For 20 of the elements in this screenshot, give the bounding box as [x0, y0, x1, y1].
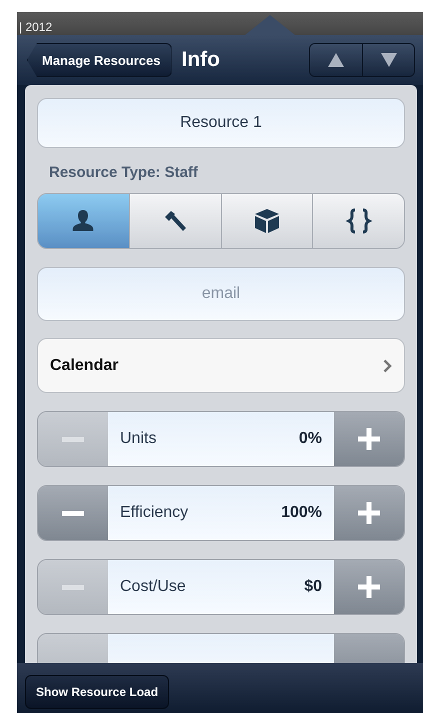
previous-button[interactable] — [310, 44, 362, 76]
show-resource-load-button[interactable]: Show Resource Load — [25, 675, 170, 709]
braces-icon — [344, 207, 373, 235]
calendar-row[interactable]: Calendar — [37, 338, 405, 393]
next-button[interactable] — [362, 44, 414, 76]
cube-icon — [252, 207, 281, 235]
down-triangle-icon — [380, 52, 398, 68]
panel-title: Info — [182, 48, 221, 72]
resource-type-segment[interactable] — [220, 194, 312, 248]
year-label: | 2012 — [18, 20, 52, 35]
email-field[interactable]: email — [37, 267, 405, 321]
chevron-icon — [383, 358, 392, 372]
back-button[interactable]: Manage Resources — [27, 43, 172, 77]
up-triangle-icon — [327, 52, 345, 68]
resource-type-label: Resource Type: Staff — [49, 164, 199, 181]
resource-type-segment[interactable] — [312, 194, 404, 248]
resource-type-segment[interactable] — [128, 194, 220, 248]
resource-type-segment[interactable] — [38, 194, 129, 248]
resource-name-field[interactable]: Resource 1 — [37, 98, 405, 148]
popover-arrow — [245, 15, 295, 35]
